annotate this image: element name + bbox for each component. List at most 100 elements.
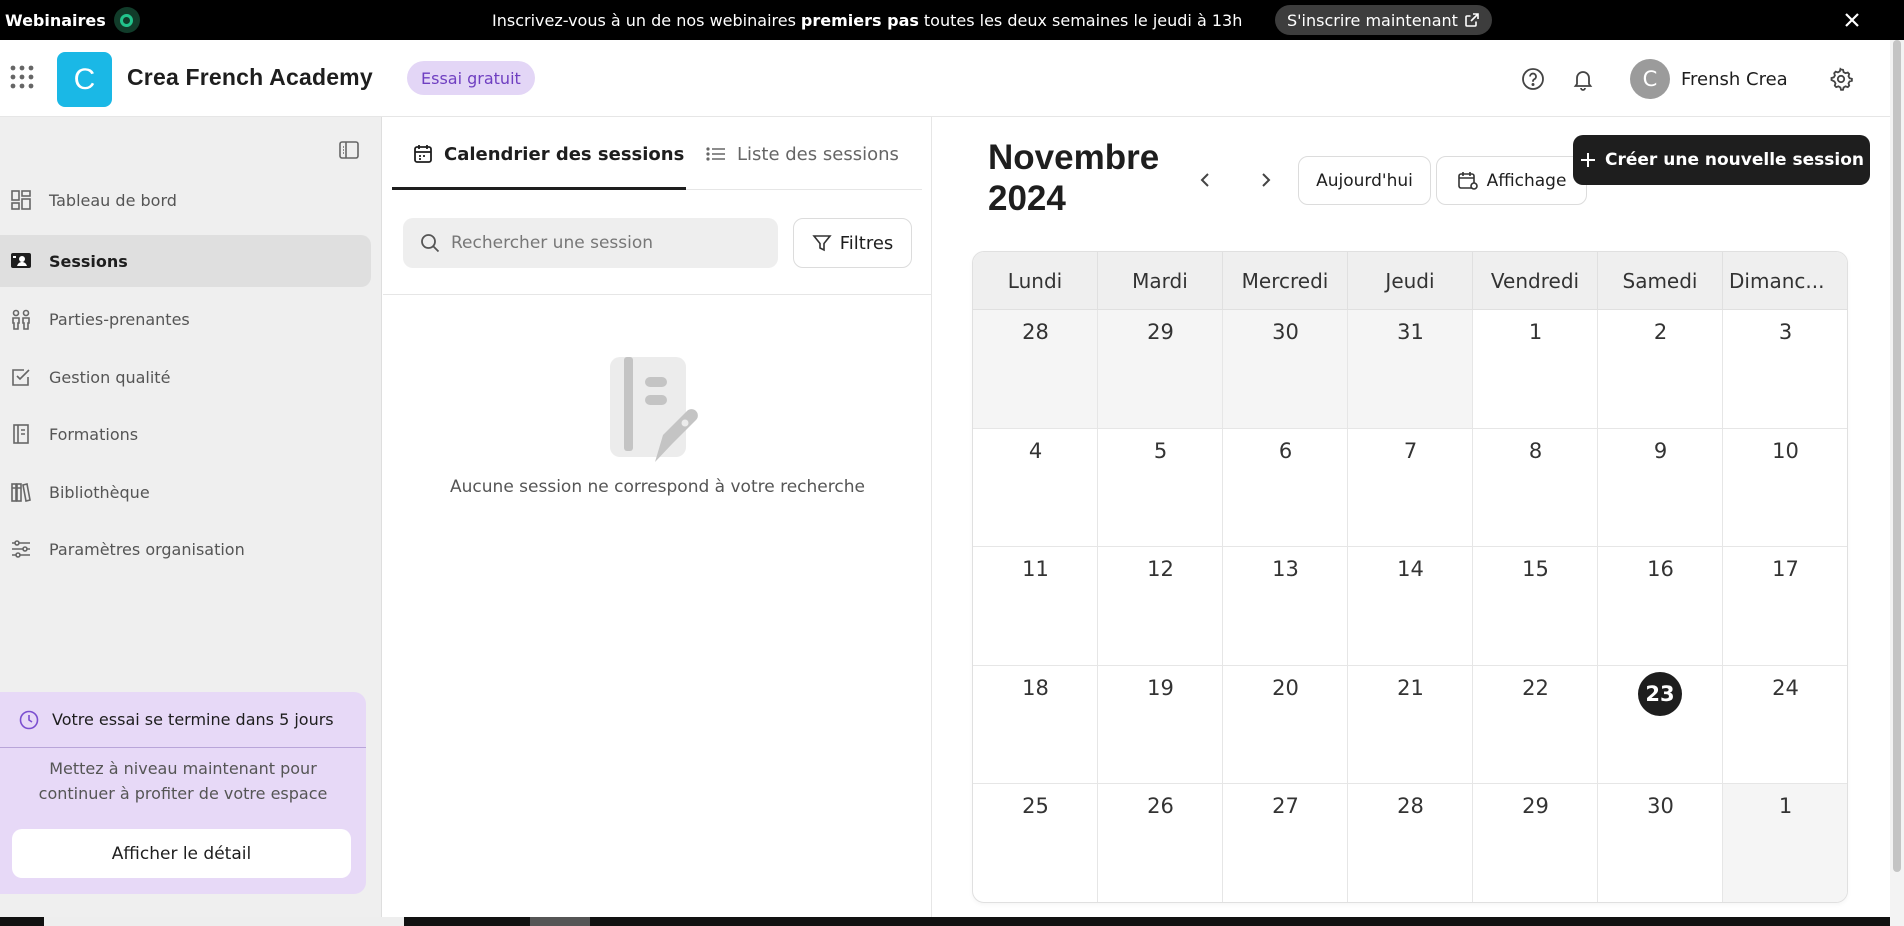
help-icon[interactable] (1520, 66, 1546, 92)
calendar-day[interactable]: 16 (1598, 547, 1723, 666)
weekday-label: Lundi (973, 252, 1098, 309)
chevron-right-icon[interactable] (1254, 168, 1278, 192)
session-search[interactable] (403, 218, 778, 268)
create-session-label: Créer une nouvelle session (1605, 150, 1864, 170)
calendar-day[interactable]: 9 (1598, 428, 1723, 548)
day-number: 13 (1272, 557, 1299, 582)
plus-icon (1581, 153, 1596, 167)
calendar-day[interactable]: 30 (1598, 784, 1723, 902)
weekday-label: Vendredi (1473, 252, 1598, 309)
show-details-button[interactable]: Afficher le détail (12, 829, 351, 878)
calendar-day[interactable]: 29 (1473, 784, 1598, 902)
calendar-day[interactable]: 12 (1098, 547, 1223, 666)
apps-grid-icon[interactable] (9, 64, 35, 90)
calendar-day[interactable]: 14 (1348, 547, 1473, 666)
external-link-icon (1465, 13, 1479, 27)
calendar-day[interactable]: 11 (973, 547, 1098, 666)
view-options-button[interactable]: Affichage (1436, 156, 1587, 205)
calendar-day[interactable]: 30 (1223, 310, 1348, 429)
calendar-day[interactable]: 31 (1348, 310, 1473, 429)
scrollbar-thumb[interactable] (1893, 40, 1901, 872)
day-number: 7 (1403, 438, 1418, 463)
today-button[interactable]: Aujourd'hui (1298, 156, 1431, 205)
trial-badge[interactable]: Essai gratuit (407, 61, 535, 95)
sidebar-item-org-settings[interactable]: Paramètres organisation (0, 523, 371, 575)
notifications-bell-icon[interactable] (1570, 66, 1596, 92)
day-number: 22 (1522, 675, 1549, 700)
calendar-day[interactable]: 28 (973, 310, 1098, 429)
calendar-day[interactable]: 13 (1223, 547, 1348, 666)
filters-label: Filtres (839, 232, 894, 254)
calendar-day[interactable]: 2 (1598, 310, 1723, 429)
page-scrollbar[interactable] (1890, 40, 1904, 926)
sidebar-item-label: Paramètres organisation (49, 539, 245, 559)
panel-divider (383, 294, 932, 295)
sidebar-item-library[interactable]: Bibliothèque (0, 466, 371, 518)
calendar-day[interactable]: 22 (1473, 665, 1598, 785)
calendar-month-title: Novembre 2024 (988, 137, 1168, 219)
search-input[interactable] (451, 218, 761, 268)
sidebar-item-quality[interactable]: Gestion qualité (0, 351, 371, 403)
calendar-day[interactable]: 1 (1473, 310, 1598, 429)
webinar-register-button[interactable]: S'inscrire maintenant (1275, 5, 1492, 35)
calendar-day[interactable]: 7 (1348, 428, 1473, 548)
day-number: 28 (1397, 794, 1424, 819)
calendar-day[interactable]: 15 (1473, 547, 1598, 666)
tab-label: Calendrier des sessions (444, 143, 685, 165)
bottom-taskbar-strip (0, 917, 1890, 926)
tab-session-calendar[interactable]: Calendrier des sessions (412, 129, 684, 179)
banner-message-before: Inscrivez-vous à un de nos webinaires (492, 10, 796, 30)
create-session-button[interactable]: Créer une nouvelle session (1573, 135, 1870, 185)
calendar-day[interactable]: 1 (1723, 784, 1847, 902)
calendar-day[interactable]: 4 (973, 428, 1098, 548)
calendar-day[interactable]: 24 (1723, 666, 1847, 785)
calendar-day[interactable]: 26 (1098, 784, 1223, 902)
calendar-day[interactable]: 18 (973, 665, 1098, 785)
formations-icon (13, 424, 29, 444)
chevron-left-icon[interactable] (1193, 168, 1217, 192)
tab-session-list[interactable]: Liste des sessions (705, 129, 899, 179)
weekday-label: Samedi (1598, 252, 1723, 309)
org-name[interactable]: Crea French Academy (127, 64, 373, 91)
calendar-day[interactable]: 29 (1098, 310, 1223, 429)
banner-message: Inscrivez-vous à un de nos webinaires pr… (492, 0, 1242, 40)
filters-button[interactable]: Filtres (793, 218, 912, 268)
weekday-label: Jeudi (1348, 252, 1473, 309)
user-name[interactable]: Frensh Crea (1681, 69, 1788, 90)
gear-icon[interactable] (1828, 66, 1854, 92)
sidebar-item-sessions[interactable]: Sessions (0, 235, 371, 287)
collapse-sidebar-icon[interactable] (338, 139, 360, 161)
calendar-day[interactable]: 28 (1348, 784, 1473, 902)
day-number: 1 (1528, 320, 1543, 344)
org-logo[interactable]: C (57, 52, 112, 107)
sidebar-item-stakeholders[interactable]: Parties-prenantes (0, 293, 371, 345)
close-banner-icon[interactable] (1840, 8, 1864, 32)
user-avatar[interactable]: C (1630, 59, 1670, 99)
list-icon (706, 147, 725, 161)
calendar-day[interactable]: 3 (1723, 310, 1847, 429)
day-number: 2 (1653, 320, 1668, 344)
banner-brand-label: Webinaires (5, 10, 106, 30)
sidebar-item-formations[interactable]: Formations (0, 408, 371, 460)
calendar-day[interactable]: 5 (1098, 428, 1223, 548)
quality-check-icon (12, 369, 30, 386)
calendar-day[interactable]: 17 (1723, 547, 1847, 666)
day-number: 1 (1778, 794, 1793, 819)
calendar-day[interactable]: 6 (1223, 428, 1348, 548)
weekday-label: Mercredi (1223, 252, 1348, 309)
sidebar-item-dashboard[interactable]: Tableau de bord (0, 174, 371, 226)
day-number: 9 (1653, 438, 1668, 463)
calendar-day[interactable]: 21 (1348, 665, 1473, 785)
live-indicator-icon (113, 7, 140, 33)
calendar-day[interactable]: 19 (1098, 665, 1223, 785)
calendar-day[interactable]: 20 (1223, 665, 1348, 785)
weekday-label: Dimanc... (1729, 268, 1825, 293)
view-options-label: Affichage (1486, 170, 1567, 191)
calendar-day-today[interactable]: 23 (1598, 665, 1723, 785)
calendar-day[interactable]: 25 (973, 784, 1098, 902)
calendar-day[interactable]: 27 (1223, 784, 1348, 902)
calendar-day[interactable]: 10 (1723, 429, 1847, 548)
day-number: 8 (1528, 438, 1543, 463)
trial-card-header: Votre essai se termine dans 5 jours (0, 692, 366, 748)
calendar-day[interactable]: 8 (1473, 428, 1598, 548)
